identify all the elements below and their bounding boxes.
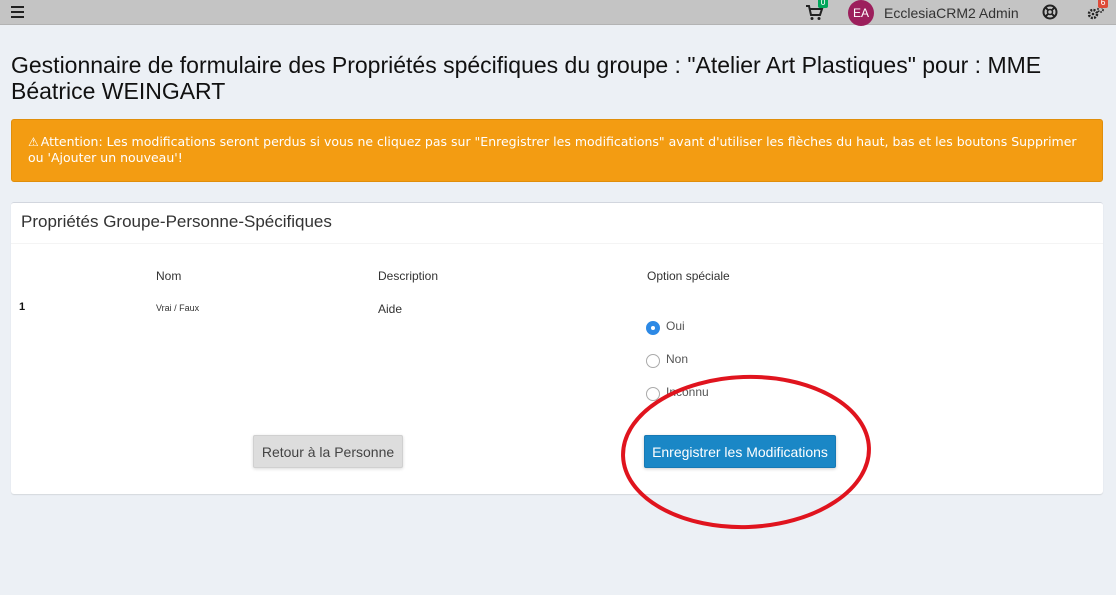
cart-count-badge: 0 xyxy=(818,0,828,8)
radio-label-oui[interactable]: Oui xyxy=(666,319,685,333)
radio-label-non[interactable]: Non xyxy=(666,352,688,366)
radio-button-oui[interactable] xyxy=(646,321,660,335)
radio-button-inconnu[interactable] xyxy=(646,387,660,401)
property-description: Aide xyxy=(378,302,403,316)
properties-box: Propriétés Groupe-Personne-Spécifiques N… xyxy=(11,202,1103,494)
box-title: Propriétés Groupe-Personne-Spécifiques xyxy=(21,212,332,231)
page-title: Gestionnaire de formulaire des Propriété… xyxy=(11,52,1042,104)
column-header-name: Nom xyxy=(156,269,182,283)
warning-icon: ⚠ xyxy=(28,135,39,149)
menu-toggle-icon[interactable] xyxy=(11,6,24,18)
user-name-link[interactable]: EcclesiaCRM2 Admin xyxy=(884,5,1019,21)
box-divider xyxy=(11,243,1103,244)
property-type: Vrai / Faux xyxy=(156,303,200,313)
settings-count-badge: 6 xyxy=(1098,0,1108,8)
save-changes-button[interactable]: Enregistrer les Modifications xyxy=(644,435,836,468)
radio-label-inconnu[interactable]: Inconnu xyxy=(666,385,709,399)
column-header-option: Option spéciale xyxy=(647,269,730,283)
row-number: 1 xyxy=(19,301,26,313)
warning-text: Attention: Les modifications seront perd… xyxy=(28,134,1077,165)
warning-alert: ⚠ Attention: Les modifications seront per… xyxy=(11,119,1103,182)
top-navbar: 0 EA EcclesiaCRM2 Admin 6 xyxy=(0,0,1116,26)
back-to-person-button[interactable]: Retour à la Personne xyxy=(253,435,403,468)
help-lifebuoy-icon[interactable] xyxy=(1042,4,1058,20)
radio-button-non[interactable] xyxy=(646,354,660,368)
avatar[interactable]: EA xyxy=(848,0,874,26)
column-header-description: Description xyxy=(378,269,439,283)
